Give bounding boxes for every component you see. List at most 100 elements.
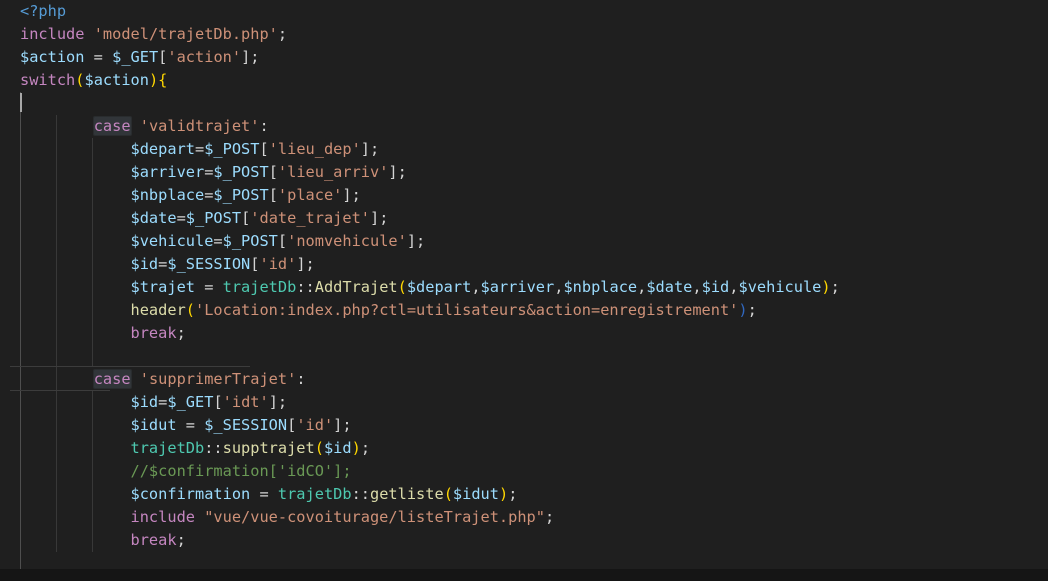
code-token[interactable] [20,278,131,296]
code-token[interactable] [20,393,131,411]
code-line[interactable]: $idut = $_SESSION['id']; [20,414,840,437]
code-token[interactable] [20,485,131,503]
code-token[interactable]: = [195,140,204,158]
code-token[interactable]: $date [646,278,692,296]
code-token[interactable]: = [177,209,186,227]
code-token[interactable]: AddTrajet [315,278,398,296]
code-token[interactable]: $_SESSION [167,255,250,273]
code-line[interactable]: case 'validtrajet': [20,115,840,138]
code-line[interactable] [20,345,840,368]
code-token[interactable]: [ [213,393,222,411]
code-token[interactable]: 'validtrajet' [140,117,260,135]
code-token[interactable]: ; [177,531,186,549]
code-line[interactable]: case 'supprimerTrajet': [20,368,840,391]
code-token[interactable]: 'supprimerTrajet' [140,370,297,388]
code-token[interactable]: 'place' [278,186,342,204]
code-line[interactable]: header('Location:index.php?ctl=utilisate… [20,299,840,322]
code-token[interactable] [84,25,93,43]
code-token[interactable]: : [296,370,305,388]
code-token[interactable] [20,140,131,158]
code-token[interactable]: : [259,117,268,135]
code-token[interactable]: = [250,485,278,503]
code-token[interactable]: ( [186,301,195,319]
code-token[interactable]: $confirmation [131,485,251,503]
code-token[interactable]: [ [287,416,296,434]
code-token[interactable]: 'id' [259,255,296,273]
code-token[interactable]: $_GET [167,393,213,411]
code-token[interactable]: = [84,48,112,66]
code-token[interactable]: ]; [407,232,425,250]
code-token[interactable]: $_POST [223,232,278,250]
code-token[interactable]: trajetDb [223,278,297,296]
code-line[interactable]: break; [20,529,840,552]
code-line[interactable]: $confirmation = trajetDb::getliste($idut… [20,483,840,506]
code-token[interactable]: $depart [407,278,471,296]
code-token[interactable] [195,508,204,526]
code-token[interactable]: $id [131,393,159,411]
code-token[interactable]: [ [158,48,167,66]
code-token[interactable]: 'lieu_dep' [269,140,361,158]
code-token[interactable]: break [131,324,177,342]
code-token[interactable]: $_POST [204,140,259,158]
code-token[interactable]: [ [259,140,268,158]
code-token[interactable] [20,163,131,181]
code-line[interactable]: $id=$_SESSION['id']; [20,253,840,276]
code-token[interactable] [20,416,131,434]
code-line[interactable] [20,92,840,115]
code-token[interactable]: :: [204,439,222,457]
comment-token[interactable]: //$confirmation['idCO']; [131,462,352,480]
code-token[interactable]: ]; [388,163,406,181]
code-token[interactable] [20,462,131,480]
code-token[interactable]: $idut [453,485,499,503]
code-token[interactable]: $_POST [213,163,268,181]
code-token[interactable]: ) [821,278,830,296]
code-token[interactable]: ; [278,25,287,43]
code-token[interactable]: = [195,278,223,296]
code-token[interactable]: = [158,393,167,411]
code-token[interactable]: $_POST [186,209,241,227]
code-line[interactable]: $depart=$_POST['lieu_dep']; [20,138,840,161]
code-token[interactable] [20,186,131,204]
code-token[interactable]: $nbplace [131,186,205,204]
code-token[interactable]: 'id' [296,416,333,434]
code-token[interactable]: "vue/vue-covoiturage/listeTrajet.php" [204,508,545,526]
code-token[interactable]: ; [177,324,186,342]
code-token[interactable]: ; [508,485,517,503]
code-token[interactable]: $id [324,439,352,457]
code-token[interactable]: 'idt' [223,393,269,411]
code-token[interactable]: break [131,531,177,549]
code-line[interactable]: $arriver=$_POST['lieu_arriv']; [20,161,840,184]
code-token[interactable]: getliste [370,485,444,503]
code-token[interactable]: <?php [20,2,66,20]
code-line[interactable]: <?php [20,0,840,23]
code-token[interactable]: ( [398,278,407,296]
code-token[interactable]: case [94,117,131,135]
code-token[interactable]: 'Location:index.php?ctl=utilisateurs&act… [195,301,738,319]
code-token[interactable]: [ [269,186,278,204]
code-token[interactable]: $action [84,71,148,89]
code-token[interactable] [20,232,131,250]
code-token[interactable]: [ [269,163,278,181]
code-line[interactable]: $action = $_GET['action']; [20,46,840,69]
code-token[interactable]: 'lieu_arriv' [278,163,389,181]
code-token[interactable] [20,301,131,319]
code-line[interactable]: switch($action){ [20,69,840,92]
php-code-editor[interactable]: <?phpinclude 'model/trajetDb.php';$actio… [0,0,1048,581]
code-token[interactable]: ]; [342,186,360,204]
code-token[interactable]: ( [315,439,324,457]
code-token[interactable]: $date [131,209,177,227]
code-token[interactable]: $idut [131,416,177,434]
code-token[interactable]: $_SESSION [204,416,287,434]
code-token[interactable]: = [177,416,205,434]
code-line[interactable]: include "vue/vue-covoiturage/listeTrajet… [20,506,840,529]
code-token[interactable]: ( [444,485,453,503]
code-token[interactable]: , [692,278,701,296]
code-token[interactable]: case [94,370,131,388]
code-token[interactable]: $nbplace [563,278,637,296]
code-token[interactable]: trajetDb [131,439,205,457]
code-token[interactable] [20,117,94,135]
code-line[interactable]: $date=$_POST['date_trajet']; [20,207,840,230]
code-token[interactable] [20,370,94,388]
code-token[interactable]: ; [545,508,554,526]
code-token[interactable]: ) [499,485,508,503]
